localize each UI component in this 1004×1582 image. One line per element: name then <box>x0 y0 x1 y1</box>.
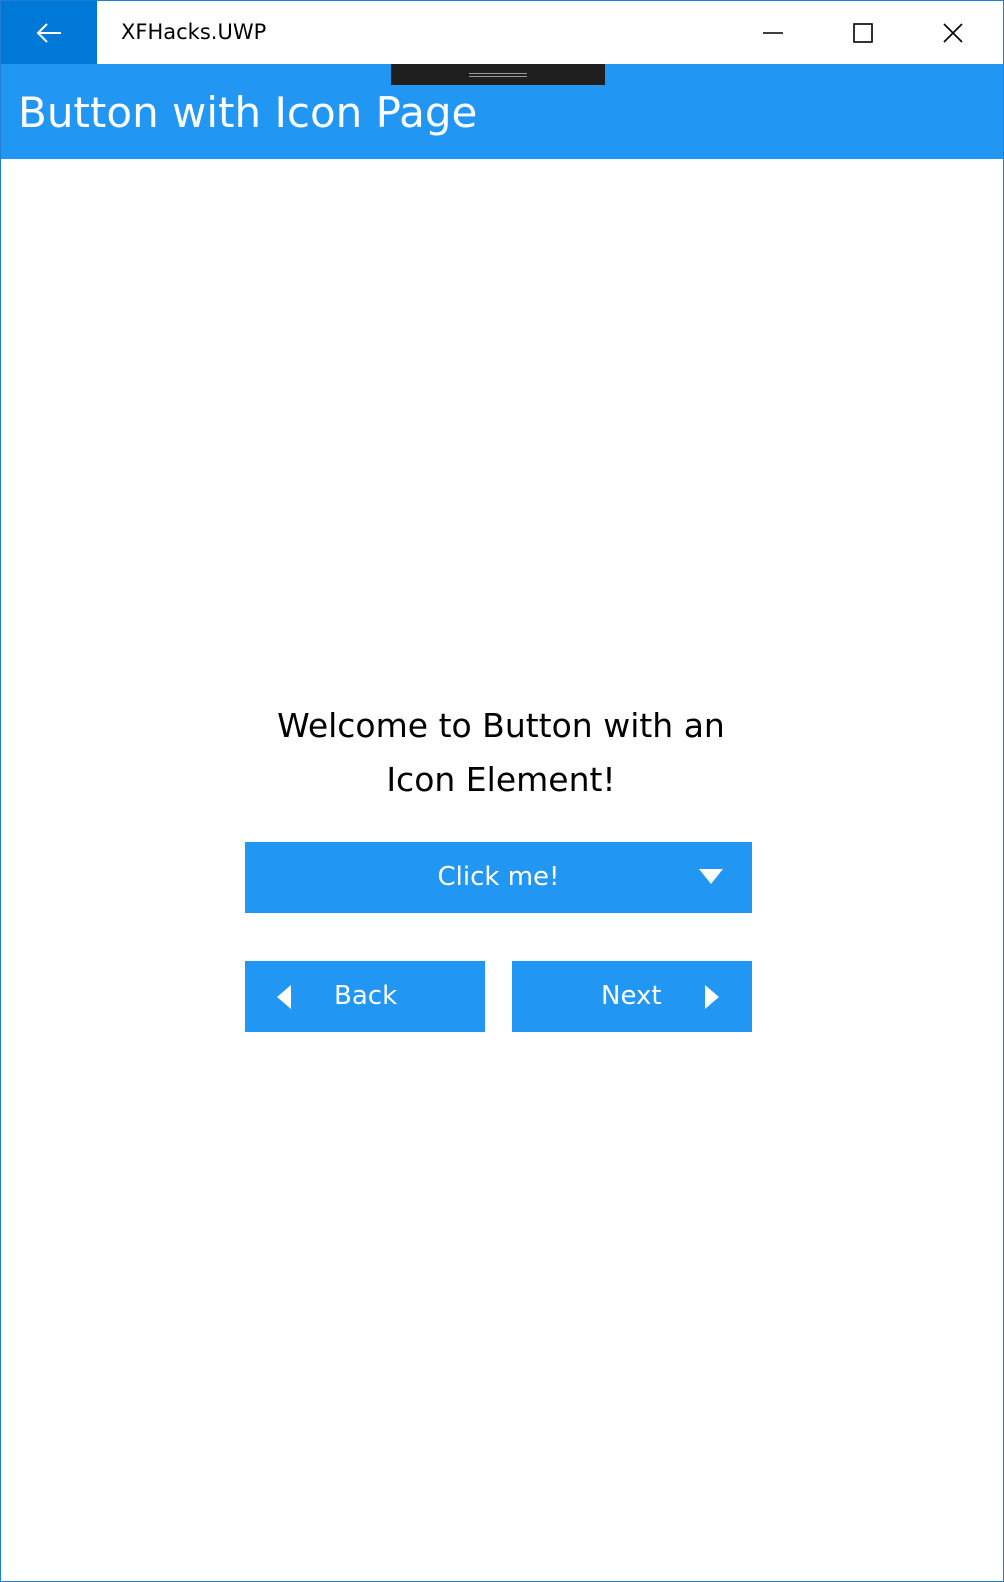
page-title: Button with Icon Page <box>18 88 478 137</box>
caret-left-icon <box>277 985 291 1009</box>
minimize-button[interactable] <box>728 1 818 64</box>
click-me-button[interactable]: Click me! <box>245 842 752 913</box>
next-button[interactable]: Next <box>512 961 752 1032</box>
titlebar-back-button[interactable] <box>1 1 97 64</box>
maximize-icon <box>853 22 873 43</box>
title-bar: XFHacks.UWP <box>1 1 1003 64</box>
close-button[interactable] <box>908 1 998 64</box>
caret-right-icon <box>705 985 719 1009</box>
welcome-line-2: Icon Element! <box>386 760 616 799</box>
back-button[interactable]: Back <box>245 961 485 1032</box>
caret-down-icon <box>699 869 723 884</box>
app-title: XFHacks.UWP <box>121 20 267 44</box>
minimize-icon <box>763 31 783 34</box>
back-label: Back <box>334 981 398 1011</box>
next-label: Next <box>601 981 662 1011</box>
drag-handle[interactable] <box>391 64 605 85</box>
click-me-label: Click me! <box>437 862 560 892</box>
grip-line <box>469 76 527 77</box>
welcome-line-1: Welcome to Button with an <box>277 706 725 745</box>
welcome-text: Welcome to Button with an Icon Element! <box>201 699 801 807</box>
arrow-left-icon <box>36 22 61 43</box>
grip-line <box>469 73 527 74</box>
app-window: XFHacks.UWP Button with Icon Page Welcom… <box>0 0 1004 1582</box>
close-icon <box>943 22 963 43</box>
maximize-button[interactable] <box>818 1 908 64</box>
